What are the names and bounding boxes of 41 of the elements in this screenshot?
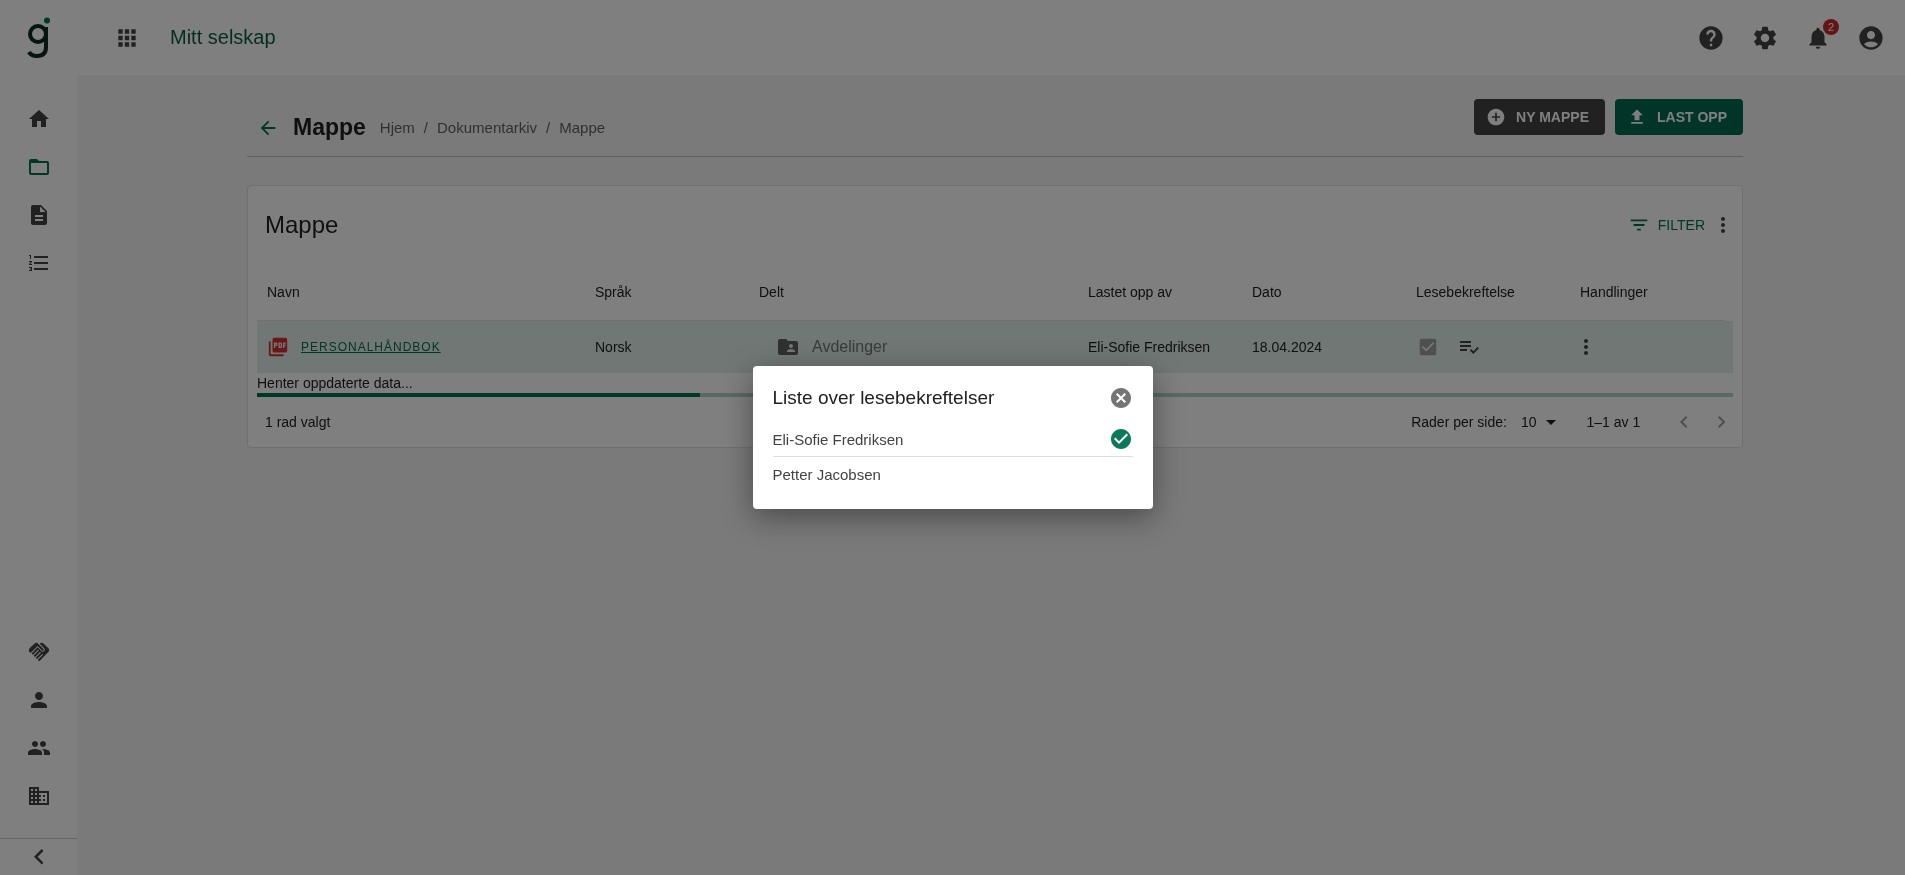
breadcrumb-separator: / — [423, 119, 429, 136]
page-range: 1–1 av 1 — [1586, 414, 1641, 430]
pdf-file-icon — [267, 336, 289, 358]
account-button[interactable] — [1857, 23, 1885, 52]
more-options-button[interactable] — [1721, 217, 1725, 233]
breadcrumb-link[interactable]: Dokumentarkiv — [437, 119, 538, 136]
table-cell: Avdelinger — [812, 338, 888, 356]
table-cell: Norsk — [595, 339, 632, 355]
new-folder-button[interactable]: NY MAPPE — [1474, 99, 1605, 135]
document-link[interactable]: PERSONALHÅNDBOK — [301, 340, 441, 354]
upload-button[interactable]: LAST OPP — [1615, 99, 1743, 135]
chevron-left-icon — [1680, 416, 1688, 428]
dialog-title: Liste over lesebekreftelser — [772, 387, 995, 409]
row-actions-button[interactable] — [1584, 339, 1588, 355]
chevron-left-icon — [33, 849, 44, 865]
checkbox[interactable] — [1417, 336, 1439, 358]
table-cell: Eli-Sofie Fredriksen — [1088, 339, 1211, 355]
more-vertical-icon — [1584, 339, 1588, 355]
help-button[interactable] — [1697, 23, 1725, 52]
app-title: Mitt selskap — [170, 26, 276, 49]
table-row[interactable]: PERSONALHÅNDBOK Norsk Avdelinger Eli-Sofie Fredriksen 18.04.2024 — [257, 321, 1733, 373]
breadcrumb-link[interactable]: Mappe — [559, 119, 606, 136]
breadcrumb-separator: / — [546, 119, 551, 136]
rows-per-page-label: Rader per side: — [1411, 414, 1507, 430]
collapse-sidebar-button[interactable] — [33, 849, 44, 865]
chevron-right-icon — [1717, 416, 1725, 428]
page-title: Mappe — [293, 114, 366, 141]
table-cell: 18.04.2024 — [1252, 339, 1323, 355]
selection-count: 1 rad valgt — [265, 414, 331, 430]
loading-text: Henter oppdaterte data... — [257, 374, 414, 391]
reader-name: Petter Jacobsen — [772, 465, 881, 483]
logo-icon — [25, 16, 52, 59]
close-button[interactable] — [1108, 386, 1133, 410]
dropdown-arrow-icon — [1546, 419, 1557, 425]
notification-badge: 2 — [1823, 18, 1839, 35]
breadcrumb-link[interactable]: Hjem — [379, 119, 415, 136]
card-title: Mappe — [265, 211, 339, 239]
reader-name: Eli-Sofie Fredriksen — [772, 430, 904, 448]
more-vertical-icon — [1721, 217, 1725, 233]
filter-button[interactable]: FILTER — [1627, 214, 1705, 236]
rows-per-page-select[interactable]: 10 — [1520, 414, 1557, 430]
